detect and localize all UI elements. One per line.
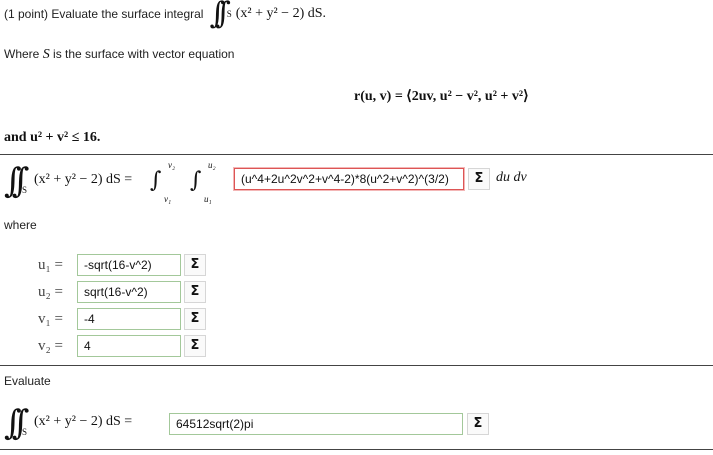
divider-3	[0, 449, 713, 450]
v2-sigma-button[interactable]: Σ	[184, 335, 206, 357]
double-integral-icon: ∫∫	[209, 0, 231, 31]
evaluate-label: Evaluate	[4, 374, 51, 388]
inner-lower-bound: u₁	[204, 194, 212, 204]
double-integral-icon: ∫∫	[4, 161, 30, 201]
setup-lhs: (x² + y² − 2) dS =	[34, 172, 133, 187]
du-dv-text: du dv	[496, 170, 527, 185]
final-integral: ∫∫ S (x² + y² − 2) dS =	[4, 403, 133, 443]
u1-label: u₁ =	[38, 257, 63, 273]
v2-label: v₂ =	[38, 338, 63, 354]
final-answer-input[interactable]: 64512sqrt(2)pi	[169, 413, 463, 435]
u2-label: u₂ =	[38, 284, 63, 300]
v1-input[interactable]: -4	[77, 308, 181, 330]
v1-sigma-button[interactable]: Σ	[184, 308, 206, 330]
vector-equation: r(u, v) = ⟨2uv, u² − v², u² + v²⟩	[354, 89, 529, 104]
problem-header: (1 point) Evaluate the surface integral …	[4, 0, 327, 31]
points-text: (1 point) Evaluate the surface integral	[4, 7, 204, 21]
inner-upper-bound: u₂	[208, 160, 216, 170]
outer-integral-icon: ∫	[150, 168, 162, 193]
outer-upper-bound: v₂	[168, 160, 176, 170]
integrand-input[interactable]: (u^4+2u^2v^2+v^4-2)*8(u^2+v^2)^(3/2)	[234, 168, 464, 190]
integrand-sigma-button[interactable]: Σ	[468, 168, 490, 190]
u2-sigma-button[interactable]: Σ	[184, 281, 206, 303]
final-lhs: (x² + y² − 2) dS =	[34, 414, 133, 429]
where-text: Where	[4, 47, 40, 61]
where-label: where	[4, 218, 37, 232]
inner-integral-icon: ∫	[190, 168, 202, 193]
double-integral-icon: ∫∫	[4, 403, 30, 443]
header-integrand: (x² + y² − 2) dS.	[235, 6, 327, 21]
u1-input[interactable]: -sqrt(16-v^2)	[77, 254, 181, 276]
surface-S: S	[42, 47, 50, 62]
divider-2	[0, 365, 713, 366]
v1-label: v₁ =	[38, 311, 63, 327]
surface-rest: is the surface with vector equation	[53, 47, 235, 61]
domain-condition: and u² + v² ≤ 16.	[4, 130, 101, 145]
surface-description: Where S is the surface with vector equat…	[4, 47, 234, 63]
divider-1	[0, 154, 713, 155]
u1-sigma-button[interactable]: Σ	[184, 254, 206, 276]
v2-input[interactable]: 4	[77, 335, 181, 357]
outer-lower-bound: v₁	[164, 194, 172, 204]
final-sigma-button[interactable]: Σ	[467, 413, 489, 435]
u2-input[interactable]: sqrt(16-v^2)	[77, 281, 181, 303]
